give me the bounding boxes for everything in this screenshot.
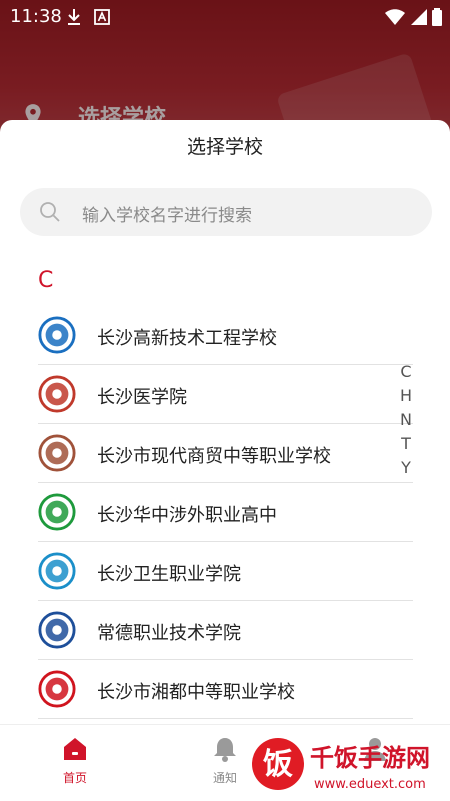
search-input[interactable]: 输入学校名字进行搜索 [20,188,432,236]
nav-home-label: 首页 [62,771,87,785]
home-icon [64,738,86,760]
alphabet-index-bar[interactable]: C H N T Y [392,360,420,480]
watermark-url: www.eduext.com [314,777,426,792]
school-logo-icon [38,375,76,413]
school-name: 长沙卫生职业学院 [97,564,241,585]
index-letter[interactable]: H [392,384,420,408]
school-item[interactable]: 长沙卫生职业学院 [0,542,450,601]
school-item[interactable]: 长沙医学院 [0,365,450,424]
index-letter[interactable]: Y [392,456,420,480]
watermark-graphic: 饭 千饭手游网 www.eduext.com [252,738,430,792]
index-letter[interactable]: C [392,360,420,384]
school-list: 长沙高新技术工程学校 长沙医学院 长沙市现代商贸中等职业学校 长沙华中涉外职业高… [0,306,450,719]
index-letter[interactable]: T [392,432,420,456]
font-app-icon [94,9,110,25]
search-placeholder: 输入学校名字进行搜索 [82,206,252,226]
school-name: 常德职业技术学院 [97,623,241,644]
bell-icon [214,738,236,762]
school-logo-icon [38,316,76,354]
svg-text:饭: 饭 [263,747,293,782]
watermark-text: 千饭手游网 [310,744,430,772]
watermark-logo: 饭 千饭手游网 www.eduext.com [248,732,448,796]
school-item[interactable]: 长沙华中涉外职业高中 [0,483,450,542]
school-item[interactable]: 长沙高新技术工程学校 [0,306,450,365]
school-picker-sheet: 选择学校 输入学校名字进行搜索 C 长沙高新技术工程学校 长沙医学院 长沙市现代… [0,120,450,724]
school-item[interactable]: 长沙市湘都中等职业学校 [0,660,450,719]
school-name: 长沙医学院 [97,387,187,408]
sheet-title: 选择学校 [186,136,263,158]
wifi-icon [385,9,405,25]
signal-icon [411,9,427,25]
status-bar: 11:38 [0,0,450,34]
battery-icon [432,8,442,26]
status-time: 11:38 [10,6,62,27]
school-logo-icon [38,434,76,472]
school-logo-icon [38,552,76,590]
nav-item-home[interactable]: 首页 [35,735,115,786]
download-icon [68,9,80,25]
section-header-c: C [38,268,54,293]
school-logo-icon [38,670,76,708]
school-name: 长沙市现代商贸中等职业学校 [97,446,331,467]
school-logo-icon [38,611,76,649]
school-item[interactable]: 长沙市现代商贸中等职业学校 [0,424,450,483]
search-icon [40,202,60,222]
school-name: 长沙市湘都中等职业学校 [97,682,295,703]
index-letter[interactable]: N [392,408,420,432]
divider [38,718,413,719]
school-item[interactable]: 常德职业技术学院 [0,601,450,660]
school-name: 长沙华中涉外职业高中 [97,505,277,526]
school-name: 长沙高新技术工程学校 [97,328,277,349]
school-logo-icon [38,493,76,531]
